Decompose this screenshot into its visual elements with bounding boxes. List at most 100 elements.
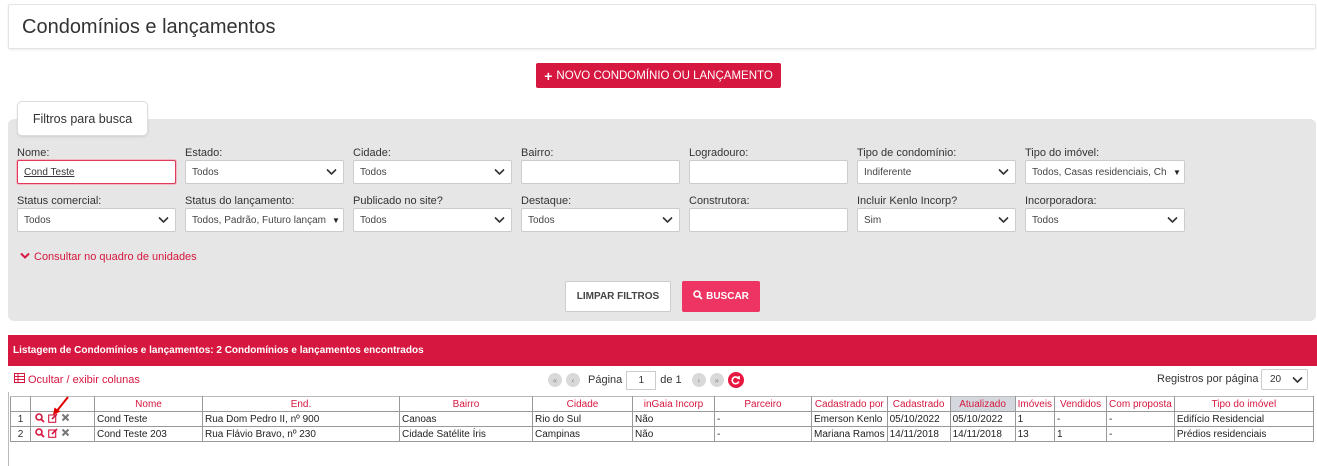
- col-vendidos[interactable]: Vendidos: [1054, 396, 1108, 412]
- page-of-label: de 1: [660, 374, 682, 386]
- col-ingaia[interactable]: inGaia Incorp: [632, 396, 715, 412]
- estado-select[interactable]: Todos: [185, 160, 344, 184]
- tipo-condominio-select[interactable]: Indiferente: [857, 160, 1016, 184]
- chevron-down-icon: [325, 166, 337, 178]
- bairro-input[interactable]: [521, 160, 680, 184]
- chevron-down-icon: [20, 251, 30, 263]
- cell-atualizado: 05/10/2022: [949, 411, 1016, 427]
- table-row[interactable]: 1 Cond Teste Rua Dom Pedro II, nº 900 Ca…: [10, 411, 1314, 427]
- cell-atualizado: 14/11/2018: [949, 426, 1016, 442]
- consult-units-link[interactable]: Consultar no quadro de unidades: [20, 251, 197, 263]
- incorporadora-select[interactable]: Todos: [1025, 208, 1185, 232]
- cell-cidade: Campinas: [532, 426, 633, 442]
- col-parceiro[interactable]: Parceiro: [714, 396, 812, 412]
- plus-icon: +: [544, 67, 553, 84]
- caret-down-icon: ▼: [332, 215, 340, 225]
- logradouro-label: Logradouro:: [689, 147, 749, 159]
- delete-icon[interactable]: [61, 428, 70, 440]
- new-condo-button[interactable]: + NOVO CONDOMÍNIO OU LANÇAMENTO: [536, 63, 781, 88]
- cell-bairro: Cidade Satélite Íris: [399, 426, 533, 442]
- col-atualizado[interactable]: Atualizado: [949, 396, 1016, 412]
- table-header-row: Nome End. Bairro Cidade inGaia Incorp Pa…: [10, 396, 1314, 412]
- construtora-label: Construtora:: [689, 195, 750, 207]
- cell-imoveis: 13: [1014, 426, 1056, 442]
- col-imoveis[interactable]: Imóveis: [1014, 396, 1056, 412]
- incorporadora-value: Todos: [1032, 214, 1059, 226]
- cell-imoveis: 1: [1014, 411, 1056, 427]
- chevron-down-icon: [1291, 374, 1303, 386]
- col-bairro[interactable]: Bairro: [399, 396, 533, 412]
- destaque-select[interactable]: Todos: [521, 208, 680, 232]
- estado-value: Todos: [192, 166, 219, 178]
- chevron-down-icon: [997, 166, 1009, 178]
- cell-cidade: Rio do Sul: [532, 411, 633, 427]
- cell-cadastrado: 14/11/2018: [886, 426, 951, 442]
- chevron-down-icon: [493, 214, 505, 226]
- per-page-select[interactable]: 20: [1261, 369, 1308, 390]
- destaque-value: Todos: [528, 214, 555, 226]
- clear-filters-button[interactable]: LIMPAR FILTROS: [565, 281, 671, 312]
- col-rownum: [10, 396, 31, 412]
- table-row[interactable]: 2 Cond Teste 203 Rua Flávio Bravo, nº 23…: [10, 426, 1314, 442]
- cell-vendidos: 1: [1054, 426, 1108, 442]
- incorporadora-label: Incorporadora:: [1025, 195, 1097, 207]
- status-lancamento-label: Status do lançamento:: [185, 195, 295, 207]
- per-page-label: Registros por página: [1157, 373, 1259, 385]
- cell-bairro: Canoas: [399, 411, 533, 427]
- refresh-icon[interactable]: [727, 372, 744, 388]
- filters-tab[interactable]: Filtros para busca: [17, 101, 148, 136]
- logradouro-input[interactable]: [689, 160, 848, 184]
- cell-nome: Cond Teste 203: [94, 426, 203, 442]
- grid-icon: [14, 373, 25, 386]
- tipo-imovel-select[interactable]: Todos, Casas residenciais, Ch ▼: [1025, 160, 1185, 184]
- search-button[interactable]: BUSCAR: [682, 281, 760, 312]
- status-lancamento-select[interactable]: Todos, Padrão, Futuro lançam ▼: [185, 208, 344, 232]
- publicado-label: Publicado no site?: [353, 195, 443, 207]
- kenlo-select[interactable]: Sim: [857, 208, 1016, 232]
- col-tipo-imovel[interactable]: Tipo do imóvel: [1173, 396, 1314, 412]
- chevron-down-icon: [157, 214, 169, 226]
- status-comercial-value: Todos: [24, 214, 51, 226]
- col-com-proposta[interactable]: Com proposta: [1106, 396, 1175, 412]
- chevron-down-icon: [997, 214, 1009, 226]
- last-page-button[interactable]: »: [709, 373, 724, 387]
- cell-cadastrado: 05/10/2022: [886, 411, 951, 427]
- status-comercial-select[interactable]: Todos: [17, 208, 176, 232]
- construtora-input[interactable]: [689, 208, 848, 232]
- col-cadastrado-por[interactable]: Cadastrado por: [811, 396, 888, 412]
- chevron-down-icon: [1166, 214, 1178, 226]
- next-page-button[interactable]: ›: [691, 373, 706, 387]
- columns-toggle-link[interactable]: Ocultar / exibir colunas: [14, 373, 140, 386]
- cidade-select[interactable]: Todos: [353, 160, 512, 184]
- per-page-value: 20: [1270, 374, 1282, 385]
- search-icon[interactable]: [35, 427, 45, 441]
- kenlo-label: Incluir Kenlo Incorp?: [857, 195, 958, 207]
- col-nome[interactable]: Nome: [94, 396, 203, 412]
- annotation-arrow: [53, 396, 69, 415]
- columns-toggle-label: Ocultar / exibir colunas: [28, 373, 140, 386]
- row-actions: [30, 426, 95, 442]
- row-number: 1: [10, 411, 31, 427]
- cell-cadastrado-por: Emerson Kenlo: [811, 411, 888, 427]
- page-title: Condomínios e lançamentos: [22, 16, 276, 38]
- col-cidade[interactable]: Cidade: [532, 396, 633, 412]
- nome-input[interactable]: Cond Teste: [17, 160, 176, 184]
- cell-tipo-imovel: Edifício Residencial: [1173, 411, 1314, 427]
- search-icon: [693, 290, 703, 303]
- cell-tipo-imovel: Prédios residenciais: [1173, 426, 1314, 442]
- col-end[interactable]: End.: [202, 396, 400, 412]
- nome-label: Nome:: [17, 147, 50, 159]
- chevron-down-icon: [493, 166, 505, 178]
- cell-end: Rua Dom Pedro II, nº 900: [202, 411, 400, 427]
- tipo-condominio-label: Tipo de condomínio:: [857, 147, 957, 159]
- prev-page-button[interactable]: ‹: [566, 373, 580, 387]
- first-page-button[interactable]: «: [548, 373, 562, 387]
- col-cadastrado[interactable]: Cadastrado: [886, 396, 951, 412]
- results-table: Nome End. Bairro Cidade inGaia Incorp Pa…: [10, 396, 1314, 442]
- table-left-border: [8, 392, 9, 466]
- search-label: BUSCAR: [706, 291, 749, 302]
- edit-icon[interactable]: [48, 427, 58, 441]
- page-input[interactable]: 1: [626, 370, 657, 390]
- search-icon[interactable]: [35, 412, 45, 426]
- publicado-select[interactable]: Todos: [353, 208, 512, 232]
